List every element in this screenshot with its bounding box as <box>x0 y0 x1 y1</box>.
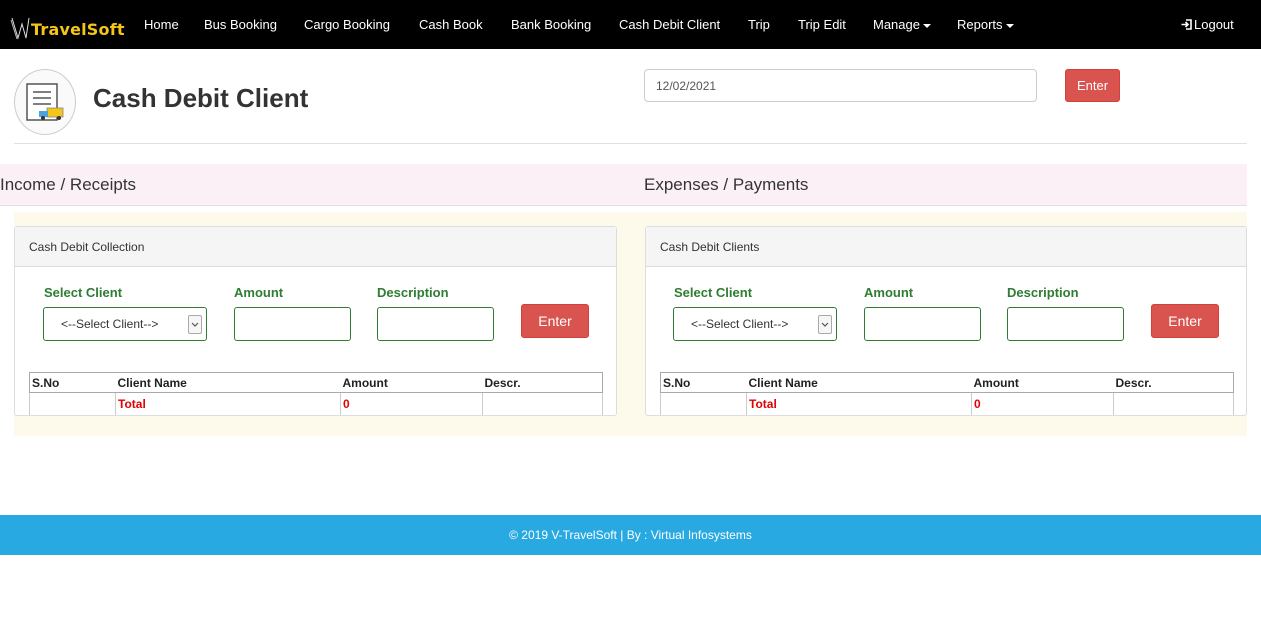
expense-client-select[interactable]: <--Select Client--> <box>673 307 837 341</box>
total-label: Total <box>115 392 341 415</box>
col-sno: S.No <box>29 372 116 393</box>
income-client-select[interactable]: <--Select Client--> <box>43 307 207 341</box>
income-panel: Cash Debit Collection Select Client Amou… <box>14 226 617 416</box>
income-enter-button[interactable]: Enter <box>521 304 589 338</box>
col-descr: Descr. <box>1113 372 1234 393</box>
expense-table: S.No Client Name Amount Descr. Total 0 <box>660 372 1234 415</box>
cash-debit-page-icon <box>14 69 76 135</box>
col-descr: Descr. <box>482 372 603 393</box>
income-amount-label: Amount <box>234 285 284 300</box>
nav-bank-booking[interactable]: Bank Booking <box>511 17 591 32</box>
brand-logo[interactable]: TravelSoft <box>10 12 125 40</box>
total-amount: 0 <box>340 392 483 415</box>
col-client-name: Client Name <box>746 372 972 393</box>
caret-down-icon <box>1005 23 1014 28</box>
nav-trip-edit[interactable]: Trip Edit <box>798 17 846 32</box>
total-row: Total 0 <box>660 392 1234 415</box>
expense-client-select-value: <--Select Client--> <box>691 317 789 331</box>
total-sno-cell <box>29 392 116 415</box>
date-enter-button[interactable]: Enter <box>1065 69 1120 102</box>
total-descr-cell <box>482 392 603 415</box>
nav-home[interactable]: Home <box>144 17 179 32</box>
section-header-bar: Income / Receipts Expenses / Payments <box>0 164 1247 206</box>
nav-cash-debit-client[interactable]: Cash Debit Client <box>619 17 720 32</box>
nav-cash-book[interactable]: Cash Book <box>419 17 483 32</box>
total-label: Total <box>746 392 972 415</box>
total-amount: 0 <box>971 392 1114 415</box>
expense-amount-input[interactable] <box>864 307 981 341</box>
expense-section-title: Expenses / Payments <box>644 175 809 194</box>
footer: © 2019 V-TravelSoft | By : Virtual Infos… <box>0 515 1261 555</box>
nav-cargo-booking[interactable]: Cargo Booking <box>304 17 390 32</box>
expense-description-input[interactable] <box>1007 307 1124 341</box>
total-sno-cell <box>660 392 747 415</box>
total-row: Total 0 <box>29 392 603 415</box>
nav-manage-dropdown[interactable]: Manage <box>873 17 931 32</box>
expense-amount-label: Amount <box>864 285 914 300</box>
col-amount: Amount <box>340 372 483 393</box>
income-amount-input[interactable] <box>234 307 351 341</box>
chevron-down-icon <box>188 315 202 334</box>
date-input[interactable] <box>644 69 1037 102</box>
col-client-name: Client Name <box>115 372 341 393</box>
expense-client-label: Select Client <box>674 285 753 300</box>
expense-enter-button[interactable]: Enter <box>1151 304 1219 338</box>
income-client-select-value: <--Select Client--> <box>61 317 159 331</box>
logout-link[interactable]: Logout <box>1181 17 1234 32</box>
nav-bus-booking[interactable]: Bus Booking <box>204 17 277 32</box>
expense-panel-title: Cash Debit Clients <box>646 227 1246 267</box>
logout-label: Logout <box>1194 17 1234 32</box>
income-panel-title: Cash Debit Collection <box>15 227 616 267</box>
income-section-title: Income / Receipts <box>0 175 137 194</box>
expense-panel: Cash Debit Clients Select Client Amount … <box>645 226 1247 416</box>
nav-reports-label: Reports <box>957 17 1003 32</box>
nav-manage-label: Manage <box>873 17 920 32</box>
col-amount: Amount <box>971 372 1114 393</box>
nav-reports-dropdown[interactable]: Reports <box>957 17 1014 32</box>
divider <box>14 143 1247 144</box>
logo-mark-icon <box>10 14 30 40</box>
income-description-input[interactable] <box>377 307 494 341</box>
logout-icon <box>1181 19 1192 30</box>
col-sno: S.No <box>660 372 747 393</box>
income-table: S.No Client Name Amount Descr. Total 0 <box>29 372 603 415</box>
total-descr-cell <box>1113 392 1234 415</box>
page-title: Cash Debit Client <box>93 83 309 113</box>
brand-name: TravelSoft <box>31 20 125 39</box>
caret-down-icon <box>922 23 931 28</box>
nav-trip[interactable]: Trip <box>748 17 770 32</box>
chevron-down-icon <box>818 315 832 334</box>
expense-description-label: Description <box>1007 285 1079 300</box>
footer-text: © 2019 V-TravelSoft | By : Virtual Infos… <box>509 528 752 542</box>
income-client-label: Select Client <box>44 285 123 300</box>
income-description-label: Description <box>377 285 449 300</box>
top-navbar: TravelSoft Home Bus Booking Cargo Bookin… <box>0 0 1261 49</box>
